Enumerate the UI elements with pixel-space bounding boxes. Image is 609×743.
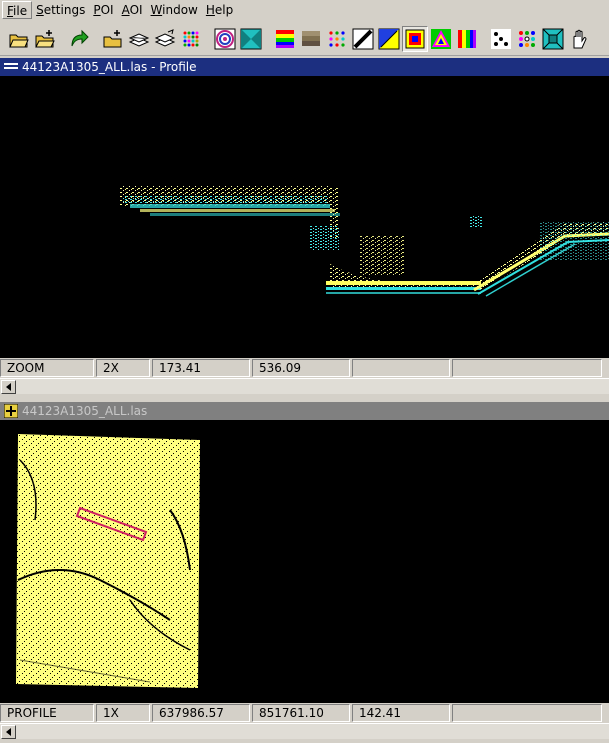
status-zoom: 2X bbox=[96, 359, 150, 377]
status-y: 851761.10 bbox=[252, 704, 350, 722]
add-layer-icon[interactable] bbox=[100, 26, 126, 52]
plan-point-cloud bbox=[16, 434, 200, 688]
status-extra bbox=[352, 359, 450, 377]
status-x: 637986.57 bbox=[152, 704, 250, 722]
scroll-left-arrow-icon[interactable] bbox=[1, 725, 16, 739]
status-zoom: 1X bbox=[96, 704, 150, 722]
dice-icon[interactable] bbox=[488, 26, 514, 52]
plan-view-canvas[interactable] bbox=[0, 420, 609, 703]
profile-hscrollbar[interactable] bbox=[0, 378, 609, 394]
hand-icon[interactable] bbox=[566, 26, 592, 52]
rgb-square-icon[interactable] bbox=[402, 25, 428, 52]
layer-edit-icon[interactable] bbox=[152, 26, 178, 52]
teal-box-icon[interactable] bbox=[540, 26, 566, 52]
status-mode: ZOOM bbox=[0, 359, 94, 377]
diagonal-line-icon[interactable] bbox=[350, 26, 376, 52]
status-y: 536.09 bbox=[252, 359, 350, 377]
window-move-icon[interactable] bbox=[4, 404, 18, 418]
menu-poi[interactable]: POI bbox=[89, 1, 117, 19]
profile-statusbar: ZOOM 2X 173.41 536.09 bbox=[0, 358, 609, 378]
status-x: 173.41 bbox=[152, 359, 250, 377]
profile-window: 44123A1305_ALL.las - Profile ZOOM 2X 173… bbox=[0, 58, 609, 396]
target-icon[interactable] bbox=[212, 26, 238, 52]
toolbar bbox=[0, 22, 609, 56]
open-folder-icon[interactable] bbox=[6, 26, 32, 52]
gray-bands-icon[interactable] bbox=[298, 26, 324, 52]
status-z: 142.41 bbox=[352, 704, 450, 722]
status-mode: PROFILE bbox=[0, 704, 94, 722]
rainbow-triangle-icon[interactable] bbox=[428, 26, 454, 52]
profile-titlebar[interactable]: 44123A1305_ALL.las - Profile bbox=[0, 58, 609, 76]
plan-hscrollbar[interactable] bbox=[0, 723, 609, 739]
window-menu-icon[interactable] bbox=[4, 61, 18, 73]
color-bars-icon[interactable] bbox=[454, 26, 480, 52]
plan-window-title: 44123A1305_ALL.las bbox=[22, 404, 148, 418]
menu-window[interactable]: Window bbox=[147, 1, 202, 19]
profile-point-cloud bbox=[120, 186, 609, 297]
blue-triangle-icon[interactable] bbox=[376, 26, 402, 52]
scroll-left-arrow-icon[interactable] bbox=[1, 380, 16, 394]
add-folder-icon[interactable] bbox=[32, 26, 58, 52]
plan-titlebar[interactable]: 44123A1305_ALL.las bbox=[0, 402, 609, 420]
plan-window: 44123A1305_ALL.las PROFILE 1X 637986.57 … bbox=[0, 402, 609, 743]
dot-grid-icon[interactable] bbox=[324, 26, 350, 52]
menu-settings[interactable]: Settings bbox=[32, 1, 89, 19]
color-dots-icon[interactable] bbox=[514, 26, 540, 52]
menu-file[interactable]: File bbox=[2, 1, 33, 19]
menu-aoi[interactable]: AOI bbox=[118, 1, 147, 19]
menu-help[interactable]: Help bbox=[202, 1, 237, 19]
color-bands-icon[interactable] bbox=[272, 26, 298, 52]
profile-view-canvas[interactable] bbox=[0, 76, 609, 358]
redo-arrow-icon[interactable] bbox=[66, 26, 92, 52]
menu-bar: File Settings POI AOI Window Help bbox=[0, 0, 609, 20]
layers-icon[interactable] bbox=[126, 26, 152, 52]
plan-statusbar: PROFILE 1X 637986.57 851761.10 142.41 bbox=[0, 703, 609, 723]
status-empty bbox=[452, 704, 602, 722]
color-grid-icon[interactable] bbox=[178, 26, 204, 52]
status-empty bbox=[452, 359, 602, 377]
profile-window-title: 44123A1305_ALL.las - Profile bbox=[22, 60, 197, 74]
view-box-icon[interactable] bbox=[238, 26, 264, 52]
